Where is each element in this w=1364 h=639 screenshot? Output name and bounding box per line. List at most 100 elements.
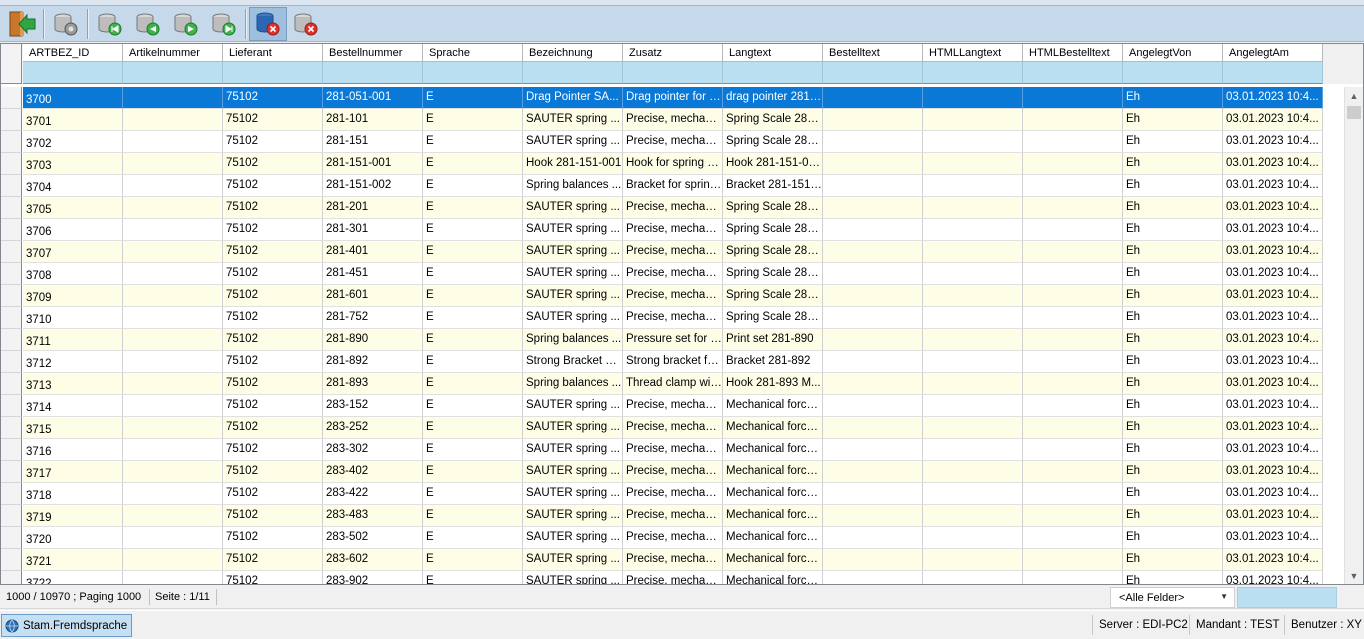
- table-cell[interactable]: [1023, 197, 1123, 219]
- table-cell[interactable]: E: [423, 109, 523, 131]
- table-cell[interactable]: [1023, 219, 1123, 241]
- vertical-scrollbar[interactable]: ▲ ▼: [1344, 87, 1363, 584]
- row-selector[interactable]: [1, 219, 22, 241]
- row-selector[interactable]: [1, 263, 22, 285]
- row-selector[interactable]: [1, 549, 22, 571]
- table-cell[interactable]: 3709: [23, 285, 123, 307]
- table-cell[interactable]: [1023, 329, 1123, 351]
- table-cell[interactable]: 75102: [223, 109, 323, 131]
- table-cell[interactable]: [823, 527, 923, 549]
- table-cell[interactable]: [123, 153, 223, 175]
- table-cell[interactable]: 03.01.2023 10:4...: [1223, 87, 1323, 109]
- table-cell[interactable]: SAUTER spring ...: [523, 439, 623, 461]
- table-cell[interactable]: Mechanical force...: [723, 439, 823, 461]
- table-cell[interactable]: [923, 307, 1023, 329]
- filter-cell-bezeichnung[interactable]: [523, 62, 623, 84]
- filter-cell-htmllangtext[interactable]: [923, 62, 1023, 84]
- table-cell[interactable]: [123, 505, 223, 527]
- table-cell[interactable]: [823, 505, 923, 527]
- table-cell[interactable]: [923, 351, 1023, 373]
- column-header-sprache[interactable]: Sprache: [423, 44, 523, 62]
- delete-button[interactable]: [287, 7, 325, 41]
- table-cell[interactable]: [1023, 131, 1123, 153]
- table-cell[interactable]: Spring balances ...: [523, 329, 623, 351]
- table-cell[interactable]: 3704: [23, 175, 123, 197]
- table-cell[interactable]: [123, 329, 223, 351]
- table-cell[interactable]: [823, 417, 923, 439]
- table-cell[interactable]: Bracket 281-151-...: [723, 175, 823, 197]
- table-cell[interactable]: E: [423, 527, 523, 549]
- table-cell[interactable]: [123, 219, 223, 241]
- table-cell[interactable]: 75102: [223, 461, 323, 483]
- task-tab-stam-fremdsprache[interactable]: Stam.Fremdsprache: [1, 614, 132, 637]
- table-cell[interactable]: [123, 549, 223, 571]
- table-cell[interactable]: Mechanical force...: [723, 461, 823, 483]
- table-cell[interactable]: Spring Scale 281...: [723, 285, 823, 307]
- table-cell[interactable]: 283-302: [323, 439, 423, 461]
- row-selector[interactable]: [1, 87, 22, 109]
- table-cell[interactable]: 03.01.2023 10:4...: [1223, 373, 1323, 395]
- table-cell[interactable]: Eh: [1123, 285, 1223, 307]
- table-cell[interactable]: 03.01.2023 10:4...: [1223, 417, 1323, 439]
- table-cell[interactable]: [123, 241, 223, 263]
- table-cell[interactable]: [1023, 87, 1123, 109]
- table-cell[interactable]: 75102: [223, 329, 323, 351]
- table-cell[interactable]: E: [423, 263, 523, 285]
- table-cell[interactable]: Eh: [1123, 571, 1223, 584]
- table-cell[interactable]: 75102: [223, 175, 323, 197]
- table-cell[interactable]: 03.01.2023 10:4...: [1223, 549, 1323, 571]
- table-cell[interactable]: Spring balances ...: [523, 373, 623, 395]
- filter-cell-artikelnummer[interactable]: [123, 62, 223, 84]
- table-cell[interactable]: Hook for spring b...: [623, 153, 723, 175]
- table-cell[interactable]: Strong Bracket S...: [523, 351, 623, 373]
- table-row[interactable]: 3701 75102 281-101 E SAUTER spring ... Precis…: [1, 109, 1344, 131]
- table-cell[interactable]: Eh: [1123, 131, 1223, 153]
- table-cell[interactable]: E: [423, 197, 523, 219]
- table-cell[interactable]: 75102: [223, 307, 323, 329]
- table-cell[interactable]: 281-892: [323, 351, 423, 373]
- table-cell[interactable]: Eh: [1123, 417, 1223, 439]
- row-selector[interactable]: [1, 109, 22, 131]
- row-selector[interactable]: [1, 483, 22, 505]
- table-cell[interactable]: 75102: [223, 285, 323, 307]
- row-selector[interactable]: [1, 329, 22, 351]
- table-cell[interactable]: [823, 395, 923, 417]
- table-cell[interactable]: [123, 571, 223, 584]
- column-header-bezeichnung[interactable]: Bezeichnung: [523, 44, 623, 62]
- table-cell[interactable]: 75102: [223, 131, 323, 153]
- table-cell[interactable]: Precise, mechani...: [623, 307, 723, 329]
- table-cell[interactable]: 283-602: [323, 549, 423, 571]
- column-header-lieferant[interactable]: Lieferant: [223, 44, 323, 62]
- table-cell[interactable]: [823, 571, 923, 584]
- table-cell[interactable]: E: [423, 549, 523, 571]
- table-cell[interactable]: [1023, 307, 1123, 329]
- table-cell[interactable]: Precise, mechani...: [623, 483, 723, 505]
- table-row[interactable]: 3705 75102 281-201 E SAUTER spring ... Precis…: [1, 197, 1344, 219]
- table-cell[interactable]: [1023, 241, 1123, 263]
- table-cell[interactable]: 3721: [23, 549, 123, 571]
- table-cell[interactable]: 3703: [23, 153, 123, 175]
- table-row[interactable]: 3708 75102 281-451 E SAUTER spring ... Precis…: [1, 263, 1344, 285]
- scroll-up-arrow-icon[interactable]: ▲: [1345, 87, 1363, 104]
- table-cell[interactable]: E: [423, 131, 523, 153]
- table-cell[interactable]: Hook 281-151-001: [523, 153, 623, 175]
- table-row[interactable]: 3711 75102 281-890 E Spring balances ... Pres…: [1, 329, 1344, 351]
- table-cell[interactable]: [823, 87, 923, 109]
- table-cell[interactable]: 75102: [223, 219, 323, 241]
- table-cell[interactable]: 75102: [223, 351, 323, 373]
- table-cell[interactable]: Mechanical force...: [723, 505, 823, 527]
- table-cell[interactable]: SAUTER spring ...: [523, 461, 623, 483]
- table-cell[interactable]: [1023, 373, 1123, 395]
- column-header-bestellnummer[interactable]: Bestellnummer: [323, 44, 423, 62]
- table-cell[interactable]: 03.01.2023 10:4...: [1223, 571, 1323, 584]
- table-cell[interactable]: E: [423, 417, 523, 439]
- table-cell[interactable]: [1023, 417, 1123, 439]
- table-cell[interactable]: SAUTER spring ...: [523, 197, 623, 219]
- table-cell[interactable]: [123, 351, 223, 373]
- filter-cell-langtext[interactable]: [723, 62, 823, 84]
- table-cell[interactable]: SAUTER spring ...: [523, 219, 623, 241]
- table-cell[interactable]: 281-893: [323, 373, 423, 395]
- table-cell[interactable]: [123, 439, 223, 461]
- table-cell[interactable]: 75102: [223, 527, 323, 549]
- table-cell[interactable]: Eh: [1123, 109, 1223, 131]
